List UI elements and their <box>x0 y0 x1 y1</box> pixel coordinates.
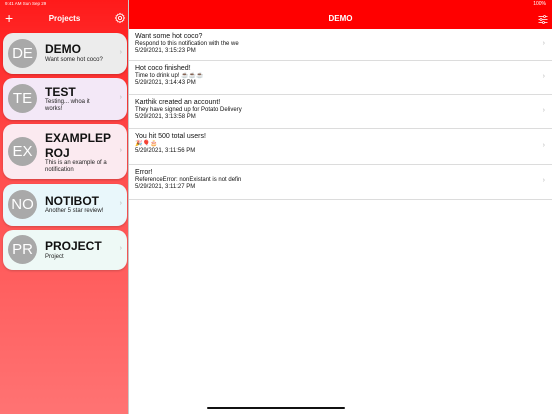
notification-date: 5/29/2021, 3:14:43 PM <box>135 80 196 86</box>
project-card-project[interactable]: PR PROJECT Project › <box>3 230 127 270</box>
notification-list: Want some hot coco? Respond to this noti… <box>129 29 552 200</box>
chevron-right-icon: › <box>542 142 545 149</box>
chevron-right-icon: › <box>119 49 122 56</box>
main-header: 100% DEMO <box>129 0 552 29</box>
notification-date: 5/29/2021, 3:11:56 PM <box>135 148 196 154</box>
status-time: 9:41 AM Sun Sep 29 <box>5 1 47 6</box>
sidebar-title: Projects <box>48 14 81 23</box>
project-card-demo[interactable]: DE DEMO Want some hot coco? › <box>3 33 127 74</box>
notification-message: They have signed up for Potato Delivery <box>135 107 242 113</box>
notification-message: Time to drink up! ☕☕☕ <box>135 73 204 79</box>
project-card-exampleproj[interactable]: EX EXAMPLEPROJ This is an example of a n… <box>3 124 127 179</box>
notification-title: Hot coco finished! <box>135 65 191 72</box>
avatar: NO <box>8 190 37 219</box>
project-card-notibot[interactable]: NO NOTIBOT Another 5 star review! › <box>3 184 127 226</box>
sidebar: 9:41 AM Sun Sep 29 + Projects DE DEMO Wa… <box>0 0 129 414</box>
notification-title: Want some hot coco? <box>135 33 203 40</box>
chevron-right-icon: › <box>542 40 545 47</box>
chevron-right-icon: › <box>542 177 545 184</box>
notification-message: ReferenceError: nonExistant is not defin <box>135 177 242 183</box>
avatar: TE <box>8 84 37 113</box>
notification-title: Karthik created an account! <box>135 99 221 106</box>
project-subtitle: Project <box>45 254 64 260</box>
chevron-right-icon: › <box>119 94 122 101</box>
notification-title: You hit 500 total users! <box>135 133 206 140</box>
notification-row[interactable]: Error! ReferenceError: nonExistant is no… <box>129 165 552 200</box>
notification-row[interactable]: Karthik created an account! They have si… <box>129 95 552 129</box>
gear-icon[interactable] <box>114 12 126 24</box>
project-card-test[interactable]: TE TEST Testing... whoa it works! › <box>3 78 127 120</box>
chevron-right-icon: › <box>542 73 545 80</box>
notification-date: 5/29/2021, 3:15:23 PM <box>135 48 196 54</box>
project-subtitle: Testing... whoa it works! <box>45 99 90 112</box>
notification-date: 5/29/2021, 3:13:58 PM <box>135 114 196 120</box>
status-battery: 100% <box>533 1 546 7</box>
chevron-right-icon: › <box>542 107 545 114</box>
project-name: NOTIBOT <box>45 194 99 208</box>
avatar: EX <box>8 137 37 166</box>
notification-message: 🎉🎈🎂 <box>135 141 158 147</box>
page-title: DEMO <box>328 14 353 23</box>
sidebar-header: + Projects <box>0 9 129 29</box>
avatar: DE <box>8 39 37 68</box>
chevron-right-icon: › <box>119 200 122 207</box>
project-name: PROJECT <box>45 239 102 253</box>
project-subtitle: Want some hot coco? <box>45 57 103 63</box>
project-name: DEMO <box>45 42 81 56</box>
filter-icon[interactable] <box>538 15 548 24</box>
notification-title: Error! <box>135 169 153 176</box>
project-subtitle: This is an example of a notification <box>45 160 107 173</box>
notification-row[interactable]: Want some hot coco? Respond to this noti… <box>129 29 552 61</box>
project-name: TEST <box>45 85 76 99</box>
chevron-right-icon: › <box>119 245 122 252</box>
notification-row[interactable]: You hit 500 total users! 🎉🎈🎂 5/29/2021, … <box>129 129 552 165</box>
project-subtitle: Another 5 star review! <box>45 208 104 214</box>
notification-date: 5/29/2021, 3:11:27 PM <box>135 184 196 190</box>
project-name: EXAMPLEPROJ <box>45 131 112 160</box>
home-indicator <box>207 407 345 409</box>
notification-row[interactable]: Hot coco finished! Time to drink up! ☕☕☕… <box>129 61 552 95</box>
chevron-right-icon: › <box>119 147 122 154</box>
avatar: PR <box>8 235 37 264</box>
notification-message: Respond to this notification with the we <box>135 41 239 47</box>
